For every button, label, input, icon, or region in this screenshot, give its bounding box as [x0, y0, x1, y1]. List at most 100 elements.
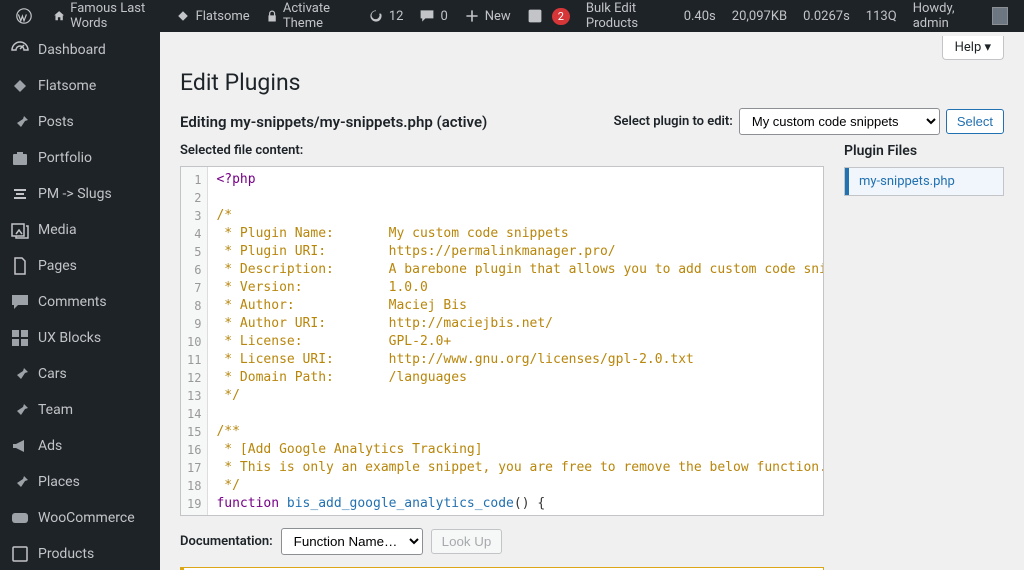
line-gutter: 1234567891011121314151617181920212223242…	[181, 167, 208, 515]
code-body[interactable]: <?php /* * Plugin Name: My custom code sn…	[208, 167, 824, 515]
plugin-select[interactable]: My custom code snippets	[739, 108, 940, 135]
code-line[interactable]: /**	[216, 423, 824, 441]
sidebar-item-label: Cars	[38, 366, 67, 382]
howdy-link[interactable]: Howdy, admin	[905, 0, 1016, 32]
sidebar-item-cars[interactable]: Cars	[0, 356, 160, 392]
sidebar-item-label: Places	[38, 474, 80, 490]
code-line[interactable]: * Description: A barebone plugin that al…	[216, 261, 824, 279]
code-line[interactable]: ?>	[216, 513, 824, 516]
code-editor[interactable]: 1234567891011121314151617181920212223242…	[180, 166, 824, 516]
help-tab[interactable]: Help ▾	[942, 36, 1004, 60]
products-icon	[10, 544, 30, 564]
new-link[interactable]: New	[456, 0, 519, 32]
sidebar-item-comments[interactable]: Comments	[0, 284, 160, 320]
doc-select[interactable]: Function Name…	[281, 528, 423, 555]
perf-db[interactable]: 0.0267s	[795, 0, 858, 32]
sidebar-item-posts[interactable]: Posts	[0, 104, 160, 140]
activate-theme-link[interactable]: Activate Theme	[258, 0, 360, 32]
bulk-edit-link[interactable]: Bulk Edit Products	[578, 0, 676, 32]
pin-icon	[10, 400, 30, 420]
plugin-file-list: my-snippets.php	[844, 167, 1004, 196]
sidebar-item-label: Ads	[38, 438, 62, 454]
sidebar-item-label: Products	[38, 546, 94, 562]
pin-icon	[10, 364, 30, 384]
page-title: Edit Plugins	[180, 60, 1004, 100]
main-content: Help ▾ Edit Plugins Editing my-snippets/…	[160, 32, 1024, 570]
doc-label: Documentation:	[180, 534, 273, 549]
lookup-button: Look Up	[431, 529, 503, 554]
sidebar-item-label: Dashboard	[38, 42, 106, 58]
code-line[interactable]	[216, 189, 824, 207]
sidebar-item-label: Pages	[38, 258, 77, 274]
pages-icon	[10, 256, 30, 276]
sidebar-item-label: Media	[38, 222, 77, 238]
sidebar-item-ads[interactable]: Ads	[0, 428, 160, 464]
code-line[interactable]: * [Add Google Analytics Tracking]	[216, 441, 824, 459]
sidebar-item-pm-slugs[interactable]: PM -> Slugs	[0, 176, 160, 212]
yoast-link[interactable]: 2	[519, 0, 578, 32]
wp-logo[interactable]	[8, 0, 45, 32]
theme-link[interactable]: Flatsome	[167, 0, 258, 32]
code-line[interactable]: function bis_add_google_analytics_code()…	[216, 495, 824, 513]
sidebar-item-ux-blocks[interactable]: UX Blocks	[0, 320, 160, 356]
code-line[interactable]: * Plugin Name: My custom code snippets	[216, 225, 824, 243]
perf-mem[interactable]: 20,097KB	[724, 0, 795, 32]
avatar	[992, 7, 1008, 25]
code-line[interactable]: * Author URI: http://maciejbis.net/	[216, 315, 824, 333]
select-plugin-label: Select plugin to edit:	[614, 114, 733, 129]
code-line[interactable]: * Version: 1.0.0	[216, 279, 824, 297]
code-line[interactable]: * License URI: http://www.gnu.org/licens…	[216, 351, 824, 369]
editing-label: Editing my-snippets/my-snippets.php (act…	[180, 113, 487, 131]
admin-bar: Famous Last Words Flatsome Activate Them…	[0, 0, 1024, 32]
sidebar-item-media[interactable]: Media	[0, 212, 160, 248]
updates-link[interactable]: 12	[360, 0, 412, 32]
code-line[interactable]: * This is only an example snippet, you a…	[216, 459, 824, 477]
site-link[interactable]: Famous Last Words	[45, 0, 167, 32]
code-line[interactable]: */	[216, 387, 824, 405]
selected-file-label: Selected file content:	[180, 143, 824, 158]
blocks-icon	[10, 328, 30, 348]
sidebar-item-flatsome[interactable]: Flatsome	[0, 68, 160, 104]
megaphone-icon	[10, 436, 30, 456]
sidebar-item-label: Team	[38, 402, 73, 418]
sidebar-item-pages[interactable]: Pages	[0, 248, 160, 284]
perf-time[interactable]: 0.40s	[676, 0, 724, 32]
perf-q[interactable]: 113Q	[858, 0, 905, 32]
sidebar-item-dashboard[interactable]: Dashboard	[0, 32, 160, 68]
sidebar-item-label: UX Blocks	[38, 330, 101, 346]
code-line[interactable]: * Domain Path: /languages	[216, 369, 824, 387]
comments-icon	[10, 292, 30, 312]
woo-icon	[10, 508, 30, 528]
sidebar-item-label: Comments	[38, 294, 107, 310]
flatsome-icon	[10, 76, 30, 96]
plugin-files-title: Plugin Files	[844, 143, 1004, 159]
comments-link[interactable]: 0	[411, 0, 455, 32]
pin-icon	[10, 112, 30, 132]
pin-icon	[10, 472, 30, 492]
dashboard-icon	[10, 40, 30, 60]
sidebar-item-label: Portfolio	[38, 150, 92, 166]
code-line[interactable]: */	[216, 477, 824, 495]
sidebar-item-label: Posts	[38, 114, 74, 130]
sidebar-item-portfolio[interactable]: Portfolio	[0, 140, 160, 176]
code-line[interactable]: <?php	[216, 171, 824, 189]
sidebar-item-label: WooCommerce	[38, 510, 135, 526]
admin-sidebar: Dashboard Flatsome Posts Portfolio PM -> Slu…	[0, 32, 160, 570]
sidebar-item-woocommerce[interactable]: WooCommerce	[0, 500, 160, 536]
code-line[interactable]: * Plugin URI: https://permalinkmanager.p…	[216, 243, 824, 261]
portfolio-icon	[10, 148, 30, 168]
code-line[interactable]: * License: GPL-2.0+	[216, 333, 824, 351]
code-line[interactable]: /*	[216, 207, 824, 225]
plugin-file-item[interactable]: my-snippets.php	[845, 168, 1003, 195]
code-line[interactable]: * Author: Maciej Bis	[216, 297, 824, 315]
slugs-icon	[10, 184, 30, 204]
sidebar-item-label: PM -> Slugs	[38, 186, 112, 202]
media-icon	[10, 220, 30, 240]
select-button[interactable]: Select	[946, 109, 1004, 134]
sidebar-item-products[interactable]: Products	[0, 536, 160, 570]
site-name: Famous Last Words	[70, 1, 158, 31]
sidebar-item-team[interactable]: Team	[0, 392, 160, 428]
code-line[interactable]	[216, 405, 824, 423]
sidebar-item-label: Flatsome	[38, 78, 96, 94]
sidebar-item-places[interactable]: Places	[0, 464, 160, 500]
